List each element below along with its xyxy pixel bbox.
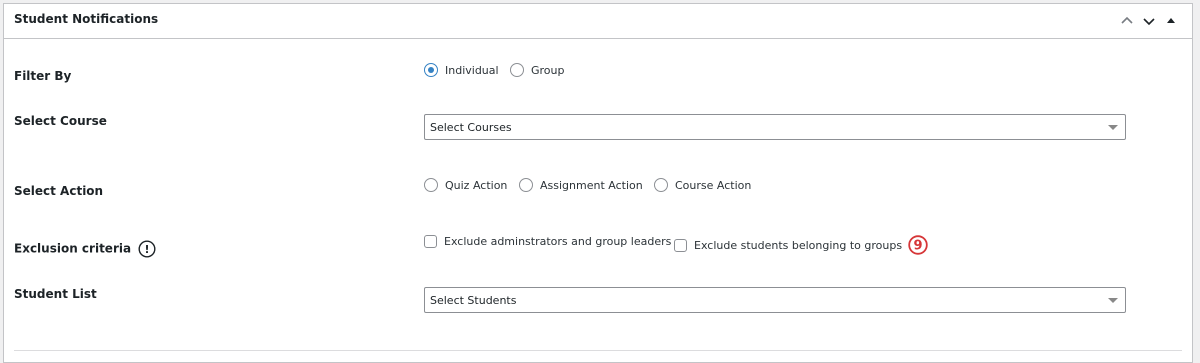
filter-individual-radio[interactable]: Individual — [424, 63, 499, 77]
radio-label: Quiz Action — [445, 178, 508, 192]
radio-label: Course Action — [675, 178, 752, 192]
assignment-action-radio[interactable]: Assignment Action — [519, 178, 643, 192]
checkbox-label: Exclude students belonging to groups — [694, 238, 903, 252]
caret-down-icon — [1108, 298, 1118, 303]
radio-button[interactable] — [654, 178, 668, 192]
radio-button[interactable] — [519, 178, 533, 192]
radio-label: Group — [531, 63, 565, 77]
radio-button[interactable] — [510, 63, 524, 77]
radio-button[interactable] — [424, 63, 438, 77]
svg-text:9: 9 — [914, 239, 923, 254]
chevron-down-icon[interactable] — [1142, 14, 1156, 28]
filter-group-radio[interactable]: Group — [510, 63, 565, 77]
exclusion-criteria-row: Exclusion criteria ! — [14, 240, 156, 258]
select-courses-dropdown[interactable]: Select Courses — [424, 114, 1126, 140]
radio-label: Assignment Action — [540, 178, 643, 192]
radio-button[interactable] — [424, 178, 438, 192]
exclusion-criteria-label: Exclusion criteria — [14, 241, 132, 256]
step-number-badge: 9 — [908, 235, 928, 255]
quiz-action-radio[interactable]: Quiz Action — [424, 178, 507, 192]
select-value: Select Courses — [430, 121, 512, 134]
select-action-label: Select Action — [14, 184, 104, 198]
panel-title: Student Notifications — [14, 12, 159, 26]
student-notifications-panel: Student Notifications Filter By Individu… — [3, 3, 1193, 363]
filter-by-label: Filter By — [14, 69, 72, 83]
svg-text:!: ! — [145, 243, 150, 256]
toggle-arrow-icon[interactable] — [1164, 14, 1178, 28]
exclude-admins-checkbox[interactable]: Exclude adminstrators and group leaders — [424, 235, 671, 248]
caret-down-icon — [1108, 125, 1118, 130]
exclude-group-students-checkbox[interactable]: Exclude students belonging to groups 9 — [674, 235, 928, 255]
radio-label: Individual — [445, 63, 499, 77]
checkbox-label: Exclude adminstrators and group leaders — [444, 235, 672, 248]
student-list-label: Student List — [14, 287, 97, 301]
chevron-up-icon[interactable] — [1120, 14, 1134, 28]
course-action-radio[interactable]: Course Action — [654, 178, 751, 192]
checkbox[interactable] — [674, 238, 687, 252]
select-students-dropdown[interactable]: Select Students — [424, 287, 1126, 313]
checkbox[interactable] — [424, 235, 437, 248]
divider — [14, 350, 1182, 351]
panel-header: Student Notifications — [4, 4, 1192, 39]
select-course-label: Select Course — [14, 114, 107, 128]
info-icon[interactable]: ! — [138, 240, 156, 258]
select-value: Select Students — [430, 294, 517, 307]
